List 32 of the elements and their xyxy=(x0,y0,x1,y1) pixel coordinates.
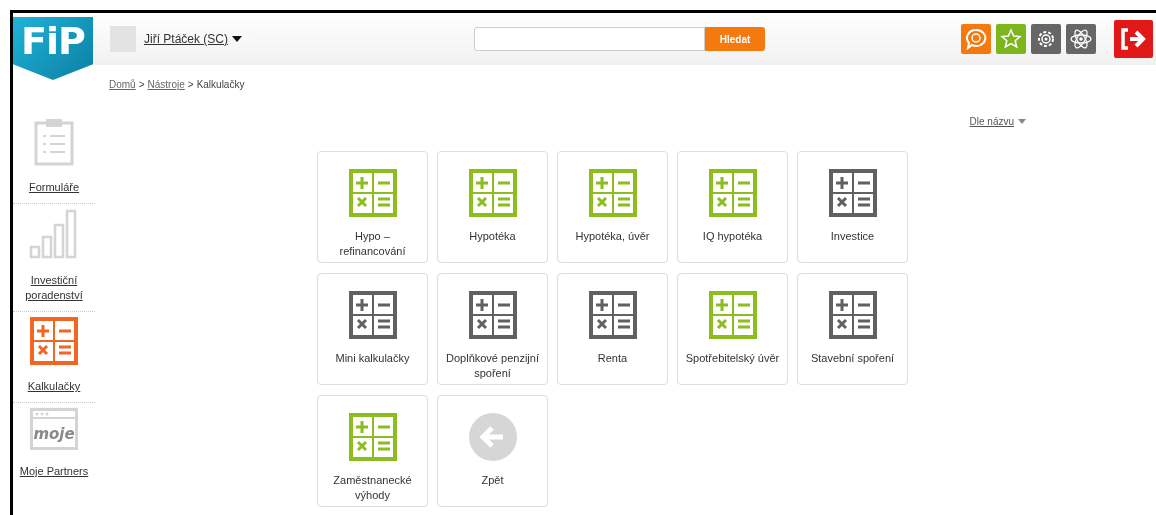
tool-tile[interactable]: Doplňkové penzijní spoření xyxy=(437,273,548,385)
sort-link[interactable]: Dle názvu xyxy=(969,116,1014,127)
sidebar-item[interactable]: moje Moje Partners xyxy=(13,403,95,487)
tool-tile[interactable]: Stavební spoření xyxy=(797,273,908,385)
atom-icon[interactable] xyxy=(1066,24,1096,54)
caret-icon xyxy=(232,36,242,42)
settings-icon[interactable] xyxy=(1031,24,1061,54)
window-icon: moje xyxy=(30,408,78,450)
tool-tile[interactable]: Hypotéka, úvěr xyxy=(557,151,668,263)
sidebar-item[interactable]: Investiční poradenství xyxy=(13,204,95,312)
tool-tile[interactable]: Hypotéka xyxy=(437,151,548,263)
tool-tile[interactable]: Zpět xyxy=(437,395,548,507)
tool-tile[interactable]: Spotřebitelský úvěr xyxy=(677,273,788,385)
tool-tile[interactable]: Renta xyxy=(557,273,668,385)
breadcrumb-text: Kalkulačky xyxy=(196,79,245,90)
tool-tile[interactable]: Hypo – refinancování xyxy=(317,151,428,263)
tool-tile[interactable]: IQ hypotéka xyxy=(677,151,788,263)
breadcrumb-link[interactable]: Domů xyxy=(109,79,136,90)
sidebar-item[interactable]: Kalkulačky xyxy=(13,312,95,403)
breadcrumb-link[interactable]: Nástroje xyxy=(147,79,185,90)
avatar-placeholder xyxy=(110,26,136,52)
tool-tile[interactable]: Zaměstnanecké výhody xyxy=(317,395,428,507)
user-menu[interactable]: Jiří Ptáček (SC) xyxy=(144,32,242,46)
caret-icon xyxy=(1018,119,1026,124)
logout-icon xyxy=(1119,27,1148,51)
sidebar-item[interactable]: Formuláře xyxy=(13,113,95,204)
tool-tile[interactable]: Mini kalkulačky xyxy=(317,273,428,385)
breadcrumb-text: > xyxy=(138,79,145,90)
logout-button[interactable] xyxy=(1114,20,1153,58)
search-field[interactable] xyxy=(474,27,705,51)
breadcrumb-text: > xyxy=(187,79,194,90)
tool-tile[interactable]: Investice xyxy=(797,151,908,263)
